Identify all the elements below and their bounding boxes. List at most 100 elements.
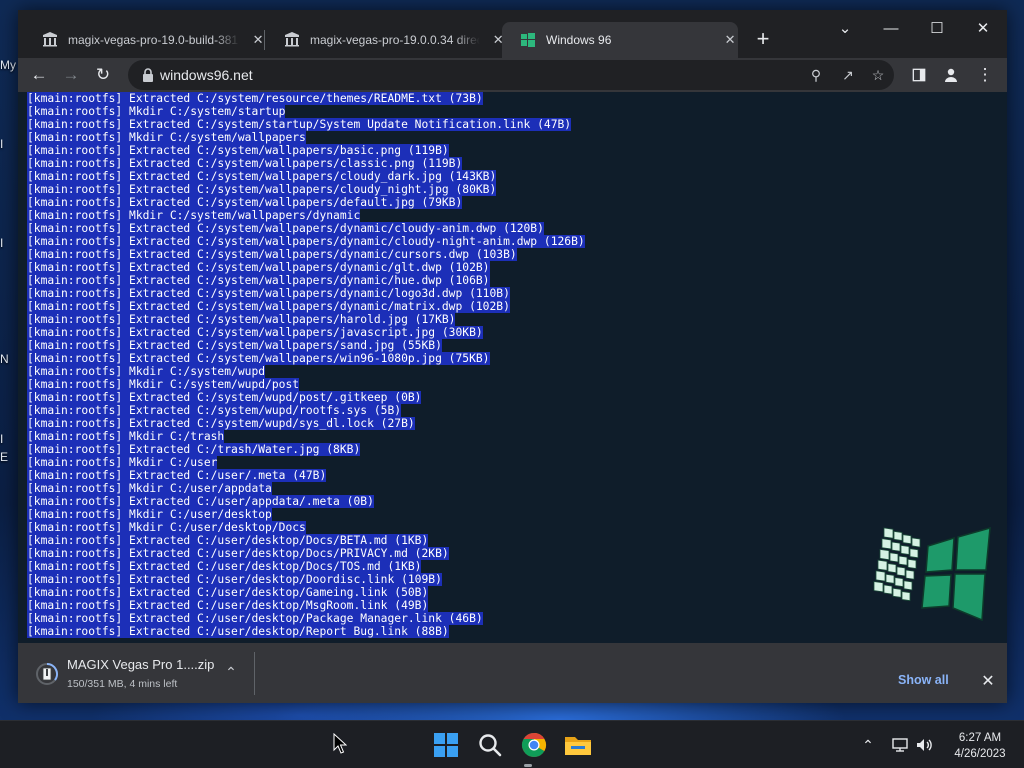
minimize-button[interactable]: — [868, 14, 914, 44]
log-line-text: [kmain:rootfs] Extracted C:/system/resou… [27, 92, 483, 105]
log-line: [kmain:rootfs] Extracted C:/trash/Water.… [27, 443, 585, 456]
url-text[interactable]: windows96.net [160, 67, 253, 83]
log-line-text: [kmain:rootfs] Extracted C:/system/wallp… [27, 274, 490, 287]
log-line: [kmain:rootfs] Mkdir C:/user/desktop/Doc… [27, 521, 585, 534]
log-line-text: [kmain:rootfs] Extracted C:/system/wallp… [27, 261, 490, 274]
clock-time: 6:27 AM [958, 732, 1002, 744]
log-line: [kmain:rootfs] Extracted C:/system/wallp… [27, 300, 585, 313]
share-icon[interactable]: ↗ [838, 65, 858, 85]
log-line: [kmain:rootfs] Extracted C:/system/wallp… [27, 313, 585, 326]
log-line-text: [kmain:rootfs] Mkdir C:/system/wallpaper… [27, 131, 306, 144]
maximize-button[interactable]: ☐ [914, 14, 960, 44]
chevron-up-icon[interactable]: ⌃ [858, 735, 878, 755]
log-line: [kmain:rootfs] Extracted C:/user/appdata… [27, 495, 585, 508]
volume-icon[interactable] [914, 735, 934, 755]
log-line-text: [kmain:rootfs] Extracted C:/system/wupd/… [27, 404, 402, 417]
page-viewport[interactable]: [kmain:rootfs] Extracted C:/system/resou… [18, 92, 1007, 648]
desktop-icon-label-fragment[interactable]: I [0, 236, 3, 250]
log-line-text: [kmain:rootfs] Extracted C:/user/appdata… [27, 495, 374, 508]
desktop-icon-label-fragment[interactable]: N [0, 352, 9, 366]
log-line: [kmain:rootfs] Extracted C:/system/wallp… [27, 261, 585, 274]
log-line-text: [kmain:rootfs] Extracted C:/user/desktop… [27, 612, 483, 625]
log-line-text: [kmain:rootfs] Extracted C:/user/desktop… [27, 625, 449, 638]
close-window-button[interactable]: ✕ [960, 14, 1006, 44]
log-line: [kmain:rootfs] Extracted C:/system/wupd/… [27, 391, 585, 404]
log-line: [kmain:rootfs] Extracted C:/user/desktop… [27, 534, 585, 547]
log-line-text: [kmain:rootfs] Mkdir C:/system/wupd [27, 365, 266, 378]
log-line: [kmain:rootfs] Extracted C:/system/wallp… [27, 248, 585, 261]
log-line-text: [kmain:rootfs] Extracted C:/user/desktop… [27, 534, 429, 547]
tab-title: magix-vegas-pro-19.0.0.34 direc [310, 33, 481, 47]
search-icon[interactable] [474, 729, 506, 761]
tab-magix-vegas-build[interactable]: magix-vegas-pro-19.0-build-381 ✕ [24, 22, 266, 58]
close-download-shelf-icon[interactable]: ✕ [978, 672, 998, 692]
log-line-text: [kmain:rootfs] Extracted C:/system/wallp… [27, 326, 483, 339]
bookmark-star-icon[interactable]: ☆ [868, 65, 888, 85]
desktop-icon-label-fragment[interactable]: E [0, 450, 8, 464]
download-separator [254, 652, 255, 695]
download-item[interactable]: MAGIX Vegas Pro 1....zip 150/351 MB, 4 m… [18, 643, 255, 703]
log-line-text: [kmain:rootfs] Extracted C:/system/wallp… [27, 183, 497, 196]
log-line-text: [kmain:rootfs] Extracted C:/system/wallp… [27, 144, 449, 157]
desktop-icon-label-fragment[interactable]: I [0, 137, 3, 151]
log-line-text: [kmain:rootfs] Extracted C:/system/wallp… [27, 300, 510, 313]
log-line: [kmain:rootfs] Extracted C:/system/wupd/… [27, 417, 585, 430]
log-line: [kmain:rootfs] Mkdir C:/user [27, 456, 585, 469]
log-line: [kmain:rootfs] Extracted C:/system/wallp… [27, 144, 585, 157]
log-line: [kmain:rootfs] Extracted C:/user/desktop… [27, 560, 585, 573]
start-icon[interactable] [430, 729, 462, 761]
log-line: [kmain:rootfs] Extracted C:/user/desktop… [27, 586, 585, 599]
log-line-text: [kmain:rootfs] Extracted C:/user/desktop… [27, 547, 449, 560]
log-line: [kmain:rootfs] Mkdir C:/system/wallpaper… [27, 209, 585, 222]
profile-icon[interactable] [938, 62, 964, 88]
back-button[interactable]: ← [26, 62, 52, 88]
log-line: [kmain:rootfs] Extracted C:/system/wallp… [27, 170, 585, 183]
log-line: [kmain:rootfs] Extracted C:/system/wallp… [27, 196, 585, 209]
desktop-icon-label-fragment[interactable]: My [0, 58, 16, 72]
menu-kebab-icon[interactable]: ⋮ [972, 62, 998, 88]
file-explorer-icon[interactable] [562, 729, 594, 761]
log-line-text: [kmain:rootfs] Mkdir C:/user [27, 456, 218, 469]
clock-date: 4/26/2023 [954, 748, 1006, 760]
network-icon[interactable] [890, 735, 910, 755]
log-line-text: [kmain:rootfs] Extracted C:/system/wallp… [27, 196, 463, 209]
tab-search-icon[interactable]: ⌄ [822, 14, 868, 44]
lock-icon[interactable] [140, 67, 156, 83]
log-line-text: [kmain:rootfs] Extracted C:/system/wallp… [27, 248, 517, 261]
log-line-text: [kmain:rootfs] Extracted C:/system/wallp… [27, 235, 585, 248]
log-line-text: [kmain:rootfs] Mkdir C:/system/wupd/post [27, 378, 300, 391]
log-line-text: [kmain:rootfs] Extracted C:/user/.meta (… [27, 469, 327, 482]
forward-button[interactable]: → [58, 62, 84, 88]
log-line: [kmain:rootfs] Extracted C:/system/wallp… [27, 274, 585, 287]
log-line: [kmain:rootfs] Mkdir C:/system/wupd/post [27, 378, 585, 391]
windows96-logo-icon [873, 526, 991, 622]
side-panel-icon[interactable] [906, 62, 932, 88]
active-app-indicator [524, 764, 532, 767]
log-line: [kmain:rootfs] Extracted C:/user/desktop… [27, 573, 585, 586]
log-line: [kmain:rootfs] Extracted C:/system/wallp… [27, 352, 585, 365]
tab-close-icon[interactable]: ✕ [722, 32, 738, 48]
tab-strip: magix-vegas-pro-19.0-build-381 ✕ magix-v… [18, 10, 1007, 58]
zoom-search-icon[interactable]: ⚲ [806, 65, 826, 85]
browser-toolbar: ← → ↻ windows96.net ⚲ ↗ ☆ ⋮ [18, 58, 1007, 92]
log-line: [kmain:rootfs] Extracted C:/system/wallp… [27, 183, 585, 196]
log-line-text: [kmain:rootfs] Extracted C:/system/wallp… [27, 170, 497, 183]
tab-windows-96[interactable]: Windows 96 ✕ [502, 22, 738, 58]
system-clock[interactable]: 6:27 AM 4/26/2023 [945, 730, 1015, 762]
reload-button[interactable]: ↻ [90, 62, 116, 88]
show-all-downloads-button[interactable]: Show all [898, 673, 949, 687]
tab-magix-vegas-direct[interactable]: magix-vegas-pro-19.0.0.34 direc ✕ [266, 22, 506, 58]
log-line: [kmain:rootfs] Extracted C:/system/wallp… [27, 235, 585, 248]
log-line-text: [kmain:rootfs] Extracted C:/system/start… [27, 118, 572, 131]
log-line-text: [kmain:rootfs] Extracted C:/user/desktop… [27, 573, 442, 586]
chevron-up-icon[interactable]: ⌃ [220, 661, 242, 683]
log-line-text: [kmain:rootfs] Extracted C:/user/desktop… [27, 586, 429, 599]
chrome-icon[interactable] [518, 729, 550, 761]
new-tab-button[interactable]: + [749, 26, 777, 54]
mouse-cursor-icon [333, 733, 347, 754]
log-line: [kmain:rootfs] Extracted C:/system/resou… [27, 92, 585, 105]
address-bar[interactable]: windows96.net ⚲ ↗ ☆ [128, 60, 894, 90]
log-line-text: [kmain:rootfs] Extracted C:/system/wallp… [27, 287, 510, 300]
log-line-text: [kmain:rootfs] Extracted C:/user/desktop… [27, 599, 429, 612]
desktop-icon-label-fragment[interactable]: I [0, 432, 3, 446]
